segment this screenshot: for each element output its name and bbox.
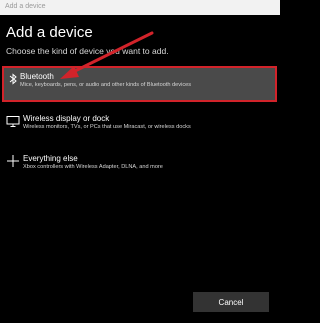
option-wireless-display[interactable]: Wireless display or dock Wireless monito… [0, 110, 280, 150]
plus-icon [7, 155, 19, 167]
option-bluetooth-description: Mice, keyboards, pens, or audio and othe… [20, 82, 192, 88]
option-everything-else-title: Everything else [23, 154, 78, 163]
option-wireless-display-description: Wireless monitors, TVs, or PCs that use … [23, 124, 191, 130]
bluetooth-icon [9, 73, 17, 85]
page-title: Add a device [6, 24, 93, 41]
option-bluetooth-title: Bluetooth [20, 72, 54, 81]
cancel-button[interactable]: Cancel [193, 292, 269, 312]
option-everything-else-description: Xbox controllers with Wireless Adapter, … [23, 164, 163, 170]
window-title: Add a device [0, 0, 280, 15]
option-everything-else[interactable]: Everything else Xbox controllers with Wi… [0, 150, 280, 190]
monitor-icon [6, 116, 20, 127]
option-wireless-display-title: Wireless display or dock [23, 114, 110, 123]
option-bluetooth[interactable]: Bluetooth Mice, keyboards, pens, or audi… [2, 66, 277, 102]
page-subtitle: Choose the kind of device you want to ad… [6, 46, 169, 56]
